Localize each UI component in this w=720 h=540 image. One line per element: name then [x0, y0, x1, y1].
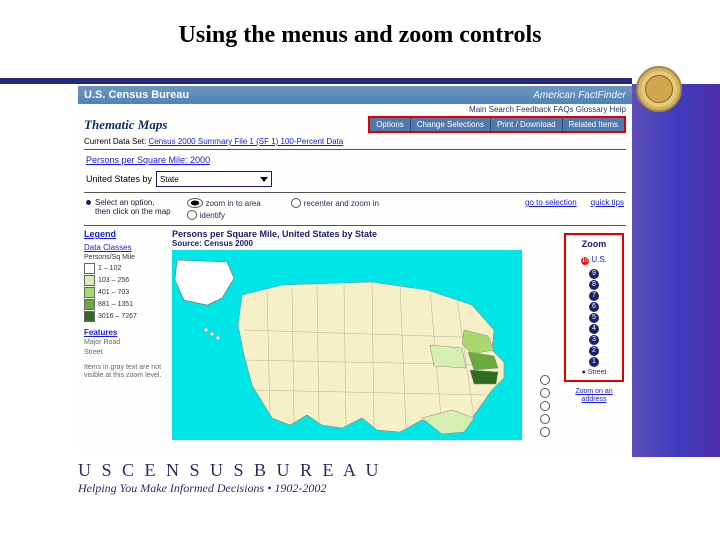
map-source: Source: Census 2000 [172, 239, 552, 248]
top-blue-bar [0, 78, 632, 84]
top-menus-highlight: Options Change Selections Print / Downlo… [368, 116, 626, 133]
zoom-us-level[interactable]: 10 U.S. [568, 255, 620, 265]
radio-identify[interactable]: identify [187, 210, 261, 220]
right-gradient-bar [632, 84, 720, 457]
radio-recenter[interactable]: recenter and zoom in [291, 198, 379, 208]
menu-change-selections[interactable]: Change Selections [410, 118, 490, 131]
zoom-controls-highlight: Zoom 10 U.S. 9 8 7 6 5 4 3 2 1 ● Street [564, 233, 624, 382]
legend-class-3: 401 – 703 [84, 287, 166, 298]
data-classes-heading: Data Classes [84, 243, 166, 252]
zoom-heading: Zoom [568, 239, 620, 249]
header-links[interactable]: Main Search Feedback FAQs Glossary Help [78, 104, 632, 114]
zoom-on-address-link[interactable]: Zoom on an address [564, 388, 624, 403]
slide-footer: U S C E N S U S B U R E A U Helping You … [78, 460, 382, 496]
menu-related-items[interactable]: Related Items [562, 118, 624, 131]
menu-options[interactable]: Options [370, 118, 410, 131]
geography-label: United States by [86, 174, 152, 184]
current-dataset: Current Data Set: Census 2000 Summary Fi… [78, 135, 632, 148]
dataset-link[interactable]: Census 2000 Summary File 1 (SF 1) 100-Pe… [148, 137, 343, 146]
legend-class-1: 1 – 102 [84, 263, 166, 274]
features-note: Items in gray text are not visible at th… [84, 364, 166, 379]
legend-class-4: 881 – 1351 [84, 299, 166, 310]
feature-2: Street [84, 349, 166, 357]
thematic-map[interactable] [172, 250, 522, 440]
geo-select[interactable]: State [156, 171, 272, 187]
tool-options-row: Select an option,then click on the map z… [78, 194, 632, 224]
census-seal-icon [636, 66, 682, 112]
feature-1: Major Road [84, 339, 166, 347]
legend-heading: Legend [84, 229, 166, 239]
menu-print-download[interactable]: Print / Download [490, 118, 562, 131]
link-go-to-selection[interactable]: go to selection [525, 198, 577, 207]
features-heading: Features [84, 328, 166, 337]
instruction-text: Select an option,then click on the map [86, 198, 171, 216]
chevron-down-icon [260, 177, 268, 182]
zoom-level-stack[interactable]: 9 8 7 6 5 4 3 2 1 [568, 269, 620, 367]
product-name: American FactFinder [533, 90, 626, 101]
factfinder-app: U.S. Census Bureau American FactFinder M… [78, 86, 632, 454]
radio-zoom-in[interactable]: zoom in to area [187, 198, 261, 208]
legend-class-2: 103 – 256 [84, 275, 166, 286]
map-theme-link[interactable]: Persons per Square Mile: 2000 [86, 155, 210, 165]
slide-title: Using the menus and zoom controls [140, 22, 580, 49]
section-thematic-maps: Thematic Maps [84, 117, 167, 133]
legend-class-5: 3016 – 7267 [84, 311, 166, 322]
map-layer-radios[interactable] [540, 375, 550, 437]
agency-name: U.S. Census Bureau [84, 89, 189, 101]
link-quick-tips[interactable]: quick tips [591, 198, 624, 207]
zoom-street-level[interactable]: ● Street [568, 369, 620, 376]
footer-brand: U S C E N S U S B U R E A U [78, 460, 382, 481]
footer-tagline: Helping You Make Informed Decisions • 19… [78, 481, 382, 496]
app-header: U.S. Census Bureau American FactFinder [78, 86, 632, 104]
legend-unit: Persons/Sq Mile [84, 254, 166, 261]
map-title: Persons per Square Mile, United States b… [172, 229, 552, 239]
